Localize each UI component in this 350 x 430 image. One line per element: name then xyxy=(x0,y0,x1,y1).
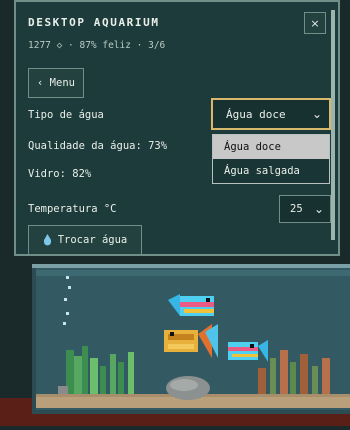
temperature-select[interactable]: 25 ⌄ xyxy=(279,195,331,223)
temperature-value: 25 xyxy=(290,203,303,215)
swap-water-button[interactable]: Trocar água xyxy=(28,225,142,255)
aquarium-scene xyxy=(0,258,350,426)
water-type-dropdown: Água doce Água salgada xyxy=(212,134,330,184)
app-title: DESKTOP AQUARIUM xyxy=(28,16,160,29)
water-type-value: Água doce xyxy=(226,107,286,121)
settings-panel: DESKTOP AQUARIUM 1277 ◇ · 87% feliz · 3/… xyxy=(14,0,340,256)
option-agua-doce[interactable]: Água doce xyxy=(213,135,329,159)
close-icon: × xyxy=(310,16,320,30)
close-button[interactable]: × xyxy=(304,12,326,34)
glass-label: Vidro: 82% xyxy=(28,168,92,180)
menu-button[interactable]: ‹ Menu xyxy=(28,68,84,98)
scrollbar[interactable] xyxy=(331,10,335,240)
temperature-label: Temperatura °C xyxy=(28,203,117,215)
water-drop-icon xyxy=(43,234,51,246)
rock xyxy=(166,376,210,400)
chevron-down-icon: ⌄ xyxy=(313,202,324,216)
water-type-select[interactable]: Água doce ⌄ xyxy=(211,98,331,130)
status-line: 1277 ◇ · 87% feliz · 3/6 xyxy=(28,40,166,51)
chevron-down-icon: ⌄ xyxy=(311,107,322,121)
water-type-label: Tipo de água xyxy=(28,109,104,121)
swap-water-label: Trocar água xyxy=(57,234,128,246)
scrollbar-thumb[interactable] xyxy=(331,10,335,240)
option-agua-salgada[interactable]: Água salgada xyxy=(213,159,329,183)
aquarium-tank xyxy=(0,258,350,426)
water-quality-label: Qualidade da água: 73% xyxy=(28,140,168,152)
